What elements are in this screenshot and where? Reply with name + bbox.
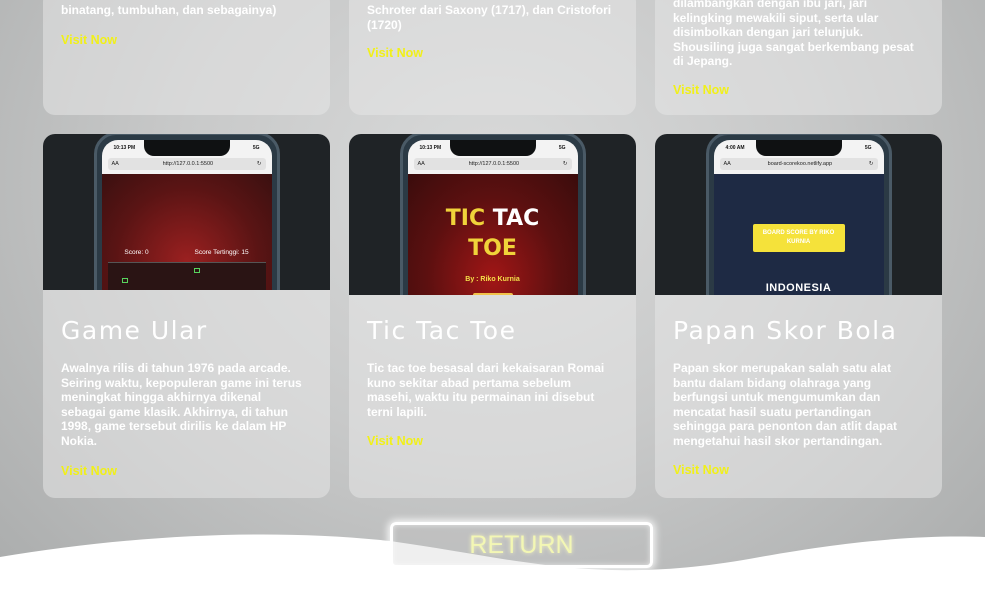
card-description: dilambangkan dengan ibu jari, jari kelin… xyxy=(673,0,914,69)
ttt-byline: By : Riko Kurnia xyxy=(465,276,520,283)
visit-now-link[interactable]: Visit Now xyxy=(673,463,729,477)
snake-board xyxy=(107,262,266,290)
visit-now-link[interactable]: Visit Now xyxy=(61,33,117,47)
card-top-3: dilambangkan dengan ibu jari, jari kelin… xyxy=(655,0,942,115)
card-top-1: binatang, tumbuhan, dan sebagainya) Visi… xyxy=(43,0,330,115)
reload-icon: ↻ xyxy=(256,161,262,167)
board-score-button: BOARD SCORE BY RIKO KURNIA xyxy=(752,224,845,252)
card-screenshot: 10:13 PM 5G AA http://127.0.0.1:5500 ↻ Scor… xyxy=(43,134,330,290)
ttt-start-button xyxy=(472,293,513,295)
card-description: Papan skor merupakan salah satu alat ban… xyxy=(673,361,898,448)
country-label: INDONESIA xyxy=(765,282,832,294)
reload-icon: ↻ xyxy=(562,161,568,167)
visit-now-link[interactable]: Visit Now xyxy=(673,83,729,97)
card-title: Tic Tac Toe xyxy=(367,316,517,345)
phone-mockup: 4:00 AM 5G AA board-scorekoo.netlify.app ↻ … xyxy=(705,134,892,295)
card-screenshot: 4:00 AM 5G AA board-scorekoo.netlify.app ↻ … xyxy=(655,134,942,295)
card-tic-tac-toe: 10:13 PM 5G AA http://127.0.0.1:5500 ↻ TIC … xyxy=(349,134,636,498)
phone-mockup: 10:13 PM 5G AA http://127.0.0.1:5500 ↻ Scor… xyxy=(93,134,280,290)
return-button[interactable]: RETURN xyxy=(390,522,653,568)
snake-score: Score: 0 xyxy=(124,249,149,256)
ttt-logo: TIC TAC TOE xyxy=(445,206,540,261)
phone-mockup: 10:13 PM 5G AA http://127.0.0.1:5500 ↻ TIC … xyxy=(399,134,586,295)
card-screenshot: 10:13 PM 5G AA http://127.0.0.1:5500 ↻ TIC … xyxy=(349,134,636,295)
visit-now-link[interactable]: Visit Now xyxy=(367,46,423,60)
card-title: Papan Skor Bola xyxy=(673,316,898,345)
card-game-ular: 10:13 PM 5G AA http://127.0.0.1:5500 ↻ Scor… xyxy=(43,134,330,498)
card-description: Tic tac toe besasal dari kekaisaran Roma… xyxy=(367,361,605,419)
snake-high-score: Score Tertinggi: 15 xyxy=(194,249,249,256)
visit-now-link[interactable]: Visit Now xyxy=(367,434,423,448)
card-description: Schroter dari Saxony (1717), dan Cristof… xyxy=(367,3,612,32)
card-description: Awalnya rilis di tahun 1976 pada arcade.… xyxy=(61,361,302,448)
card-papan-skor-bola: 4:00 AM 5G AA board-scorekoo.netlify.app ↻ … xyxy=(655,134,942,498)
card-title: Game Ular xyxy=(61,316,208,345)
card-top-2: Schroter dari Saxony (1717), dan Cristof… xyxy=(349,0,636,115)
visit-now-link[interactable]: Visit Now xyxy=(61,464,117,478)
reload-icon: ↻ xyxy=(868,161,874,167)
card-description: binatang, tumbuhan, dan sebagainya) xyxy=(61,3,277,17)
